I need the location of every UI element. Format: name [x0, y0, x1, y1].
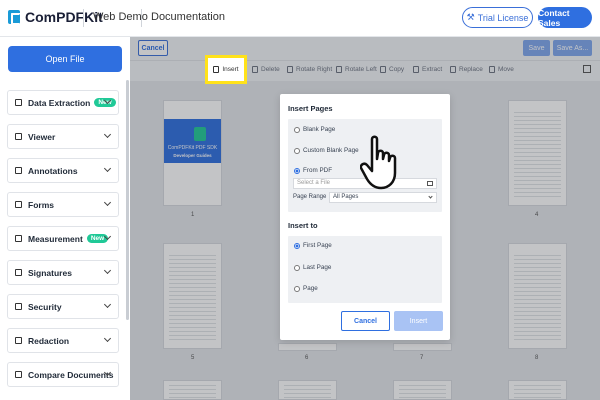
- first-page-option[interactable]: First Page: [294, 242, 332, 249]
- sidebar-item-data-extraction[interactable]: Data Extraction New: [7, 90, 119, 115]
- radio-button[interactable]: [294, 264, 300, 271]
- contact-sales-button[interactable]: Contact Sales: [538, 7, 592, 28]
- sidebar-item-label: Signatures: [28, 267, 72, 278]
- compdfkit-logo-icon: [8, 10, 21, 25]
- nav-divider: [141, 9, 142, 27]
- top-navigation-bar: ComPDFKit Web Demo Documentation ⚒ Trial…: [0, 0, 600, 37]
- option-label: Blank Page: [303, 126, 336, 133]
- chevron-down-icon: [103, 266, 112, 275]
- nav-divider: [83, 9, 84, 27]
- radio-button-selected[interactable]: [294, 167, 300, 174]
- sidebar-item-compare-documents[interactable]: Compare Documents: [7, 362, 119, 387]
- tool-label: Insert: [222, 66, 239, 73]
- sidebar-item-label: Redaction: [28, 335, 70, 346]
- sidebar-scrollbar[interactable]: [126, 80, 129, 320]
- custom-blank-page-option[interactable]: Custom Blank Page: [294, 147, 359, 154]
- dialog-cancel-button[interactable]: Cancel: [341, 311, 390, 331]
- folder-icon[interactable]: [427, 181, 433, 186]
- blank-page-option[interactable]: Blank Page: [294, 126, 335, 133]
- sidebar-item-redaction[interactable]: Redaction: [7, 328, 119, 353]
- insert-tool[interactable]: Insert: [205, 55, 247, 84]
- insert-pages-heading: Insert Pages: [288, 104, 333, 113]
- chevron-down-icon: [103, 334, 112, 343]
- sidebar-item-annotations[interactable]: Annotations: [7, 158, 119, 183]
- trial-license-button[interactable]: ⚒ Trial License: [462, 7, 533, 28]
- sidebar-item-forms[interactable]: Forms: [7, 192, 119, 217]
- trial-license-label: Trial License: [477, 12, 529, 23]
- page-range-value: All Pages: [333, 194, 359, 200]
- chevron-down-icon: [428, 194, 433, 199]
- option-label: Last Page: [303, 264, 332, 271]
- brand-name[interactable]: ComPDFKit: [25, 9, 103, 25]
- redaction-icon: [15, 337, 22, 344]
- radio-button[interactable]: [294, 147, 300, 154]
- option-label: Page: [303, 285, 318, 292]
- from-pdf-option[interactable]: From PDF: [294, 167, 332, 174]
- sidebar-item-signatures[interactable]: Signatures: [7, 260, 119, 285]
- viewer-icon: [15, 133, 22, 140]
- nav-documentation[interactable]: Documentation: [151, 11, 225, 23]
- chevron-down-icon: [103, 130, 112, 139]
- insert-page-icon: [213, 66, 220, 73]
- chevron-down-icon: [103, 164, 112, 173]
- hand-pointer-icon: [360, 135, 397, 190]
- radio-button[interactable]: [294, 285, 300, 292]
- file-placeholder: Select a File: [297, 180, 331, 186]
- option-label: Custom Blank Page: [303, 147, 359, 154]
- page-option[interactable]: Page: [294, 285, 318, 292]
- sidebar-item-measurement[interactable]: Measurement New: [7, 226, 119, 251]
- forms-icon: [15, 201, 22, 208]
- sidebar-item-security[interactable]: Security: [7, 294, 119, 319]
- radio-button-selected[interactable]: [294, 242, 300, 249]
- dialog-insert-button[interactable]: Insert: [394, 311, 443, 331]
- page-range-select[interactable]: All Pages: [329, 192, 437, 203]
- option-label: First Page: [303, 242, 332, 249]
- radio-button[interactable]: [294, 126, 300, 133]
- chevron-down-icon: [103, 300, 112, 309]
- sidebar-item-label: Viewer: [28, 131, 56, 142]
- key-icon: ⚒: [466, 12, 475, 22]
- compare-documents-icon: [15, 371, 22, 378]
- sidebar-item-label: Measurement: [28, 233, 83, 244]
- sidebar-item-viewer[interactable]: Viewer: [7, 124, 119, 149]
- sidebar-item-label: Security: [28, 301, 62, 312]
- sidebar-item-label: Data Extraction: [28, 97, 91, 108]
- signature-pen-icon: [15, 269, 22, 276]
- open-file-button[interactable]: Open File: [8, 46, 122, 72]
- option-label: From PDF: [303, 167, 333, 174]
- sidebar-item-label: Forms: [28, 199, 54, 210]
- sidebar-item-label: Annotations: [28, 165, 78, 176]
- sidebar-item-label: Compare Documents: [28, 369, 114, 380]
- last-page-option[interactable]: Last Page: [294, 264, 331, 271]
- annotations-icon: [15, 167, 22, 174]
- shield-icon: [15, 303, 22, 310]
- nav-web-demo[interactable]: Web Demo: [93, 11, 148, 23]
- data-extraction-icon: [15, 99, 22, 106]
- page-range-label: Page Range: [293, 194, 327, 200]
- insert-to-heading: Insert to: [288, 221, 318, 230]
- measurement-icon: [15, 235, 22, 242]
- chevron-down-icon: [103, 198, 112, 207]
